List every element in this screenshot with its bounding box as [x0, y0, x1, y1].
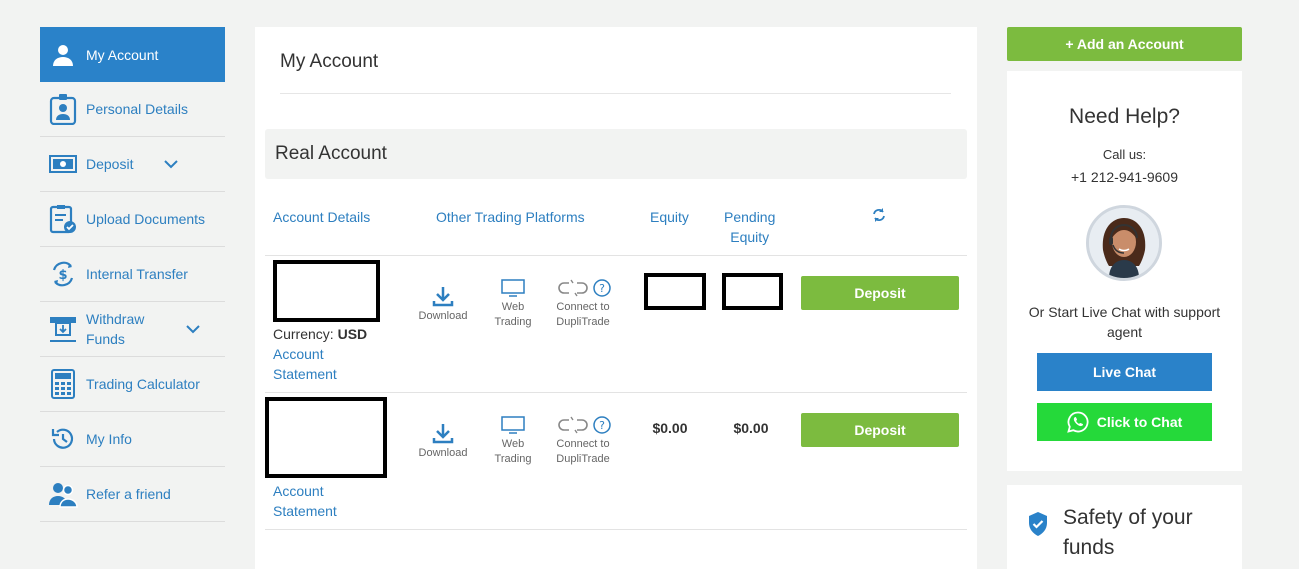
cash-icon: [48, 148, 78, 180]
dollar-transfer-icon: $: [48, 258, 78, 290]
platform-web-trading[interactable]: Web Trading: [483, 278, 543, 330]
sidebar-item-label: Deposit: [86, 156, 134, 172]
equity-value: $0.00: [652, 420, 688, 436]
main-panel: My Account Real Account Account Details …: [255, 27, 977, 569]
help-title: Need Help?: [1069, 105, 1180, 128]
safety-panel: Safety of your funds: [1007, 485, 1242, 569]
chevron-down-icon[interactable]: [186, 321, 200, 337]
redacted-equity: [644, 273, 706, 310]
account-statement-link[interactable]: Account Statement: [273, 344, 337, 384]
section-title: Real Account: [275, 143, 387, 164]
sidebar-item-personal-details[interactable]: Personal Details: [40, 82, 225, 137]
col-header-other-platforms: Other Trading Platforms: [436, 209, 585, 225]
real-account-header: Real Account: [265, 129, 967, 179]
refresh-icon[interactable]: [872, 207, 886, 227]
calculator-icon: [48, 368, 78, 400]
chat-prompt: Or Start Live Chat with support agent: [1028, 304, 1221, 340]
pending-equity-value: $0.00: [733, 420, 769, 436]
sidebar-item-label: Withdraw Funds: [86, 311, 145, 347]
history-icon: [48, 423, 78, 455]
redacted-account-number: [265, 397, 387, 478]
sidebar-item-my-info[interactable]: My Info: [40, 412, 225, 467]
users-icon: [48, 478, 78, 510]
id-badge-icon: [48, 93, 78, 125]
divider: [265, 529, 967, 530]
clipboard-check-icon: [48, 203, 78, 235]
user-icon: [48, 39, 78, 71]
phone-number[interactable]: +1 212-941-9609: [1007, 169, 1242, 185]
sidebar-item-label: My Account: [86, 46, 159, 63]
sidebar-item-label: Internal Transfer: [86, 266, 188, 282]
platform-download[interactable]: Download: [413, 422, 473, 461]
help-panel: Need Help? Call us: +1 212-941-9609 Or S…: [1007, 71, 1242, 471]
divider: [265, 255, 967, 256]
currency-label: Currency: USD: [273, 326, 368, 342]
col-header-account-details: Account Details: [273, 209, 371, 225]
platform-duplitrade[interactable]: ? Connect to DupliTrade: [553, 278, 613, 330]
sidebar-item-withdraw-funds[interactable]: Withdraw Funds: [40, 302, 225, 357]
sidebar-item-internal-transfer[interactable]: $ Internal Transfer: [40, 247, 225, 302]
withdraw-icon: [48, 313, 78, 345]
sidebar-item-deposit[interactable]: Deposit: [40, 137, 225, 192]
download-icon: [432, 424, 454, 444]
sidebar-item-my-account[interactable]: My Account: [40, 27, 225, 82]
platform-duplitrade[interactable]: ? Connect to DupliTrade: [553, 415, 613, 467]
live-chat-button[interactable]: Live Chat: [1037, 353, 1212, 391]
col-header-equity: Equity: [650, 209, 689, 225]
divider: [265, 392, 967, 393]
shield-check-icon: [1027, 511, 1049, 542]
sidebar-item-trading-calculator[interactable]: Trading Calculator: [40, 357, 225, 412]
chevron-down-icon[interactable]: [164, 156, 178, 172]
sidebar-item-label: My Info: [86, 431, 132, 447]
sidebar-item-label: Personal Details: [86, 101, 188, 117]
svg-text:?: ?: [599, 419, 605, 432]
redacted-pending-equity: [722, 273, 783, 310]
sidebar-item-refer-a-friend[interactable]: Refer a friend: [40, 467, 225, 522]
add-account-button[interactable]: + Add an Account: [1007, 27, 1242, 61]
page-title: My Account: [280, 51, 379, 72]
broken-link-icon: ?: [558, 279, 611, 297]
download-icon: [432, 287, 454, 307]
svg-text:?: ?: [599, 282, 605, 295]
call-us-label: Call us:: [1102, 147, 1147, 162]
svg-text:$: $: [58, 268, 67, 283]
sidebar-item-label: Upload Documents: [86, 211, 206, 227]
sidebar-item-label: Refer a friend: [86, 486, 171, 502]
support-agent-avatar: [1086, 205, 1162, 281]
col-header-pending-equity: Pending Equity: [724, 209, 776, 245]
monitor-icon: [501, 416, 525, 434]
sidebar: My Account Personal Details Deposit Uplo…: [40, 27, 225, 522]
sidebar-item-upload-documents[interactable]: Upload Documents: [40, 192, 225, 247]
platform-web-trading[interactable]: Web Trading: [483, 415, 543, 467]
deposit-button[interactable]: Deposit: [801, 413, 959, 447]
account-statement-link[interactable]: Account Statement: [273, 481, 337, 521]
click-to-chat-button[interactable]: Click to Chat: [1037, 403, 1212, 441]
sidebar-item-label: Trading Calculator: [86, 376, 200, 392]
platform-download[interactable]: Download: [413, 285, 473, 324]
broken-link-icon: ?: [558, 416, 611, 434]
whatsapp-icon: [1066, 411, 1089, 433]
safety-title: Safety of your funds: [1063, 506, 1193, 559]
divider: [280, 93, 951, 94]
redacted-account-number: [273, 260, 380, 322]
monitor-icon: [501, 279, 525, 297]
deposit-button[interactable]: Deposit: [801, 276, 959, 310]
